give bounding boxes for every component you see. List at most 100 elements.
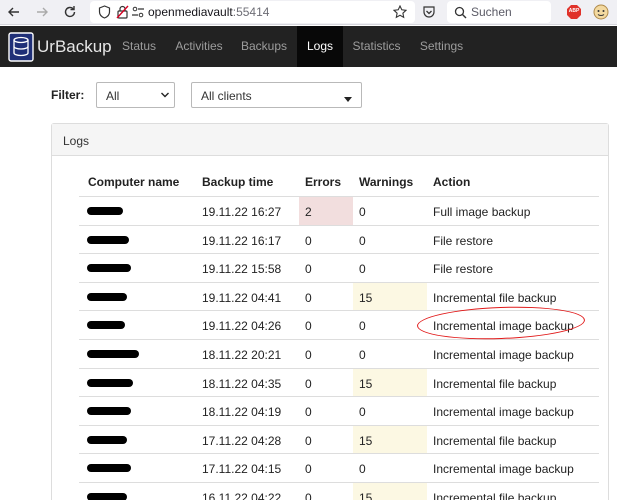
errors-cell: 2 [305,205,312,219]
redacted-computer-name [87,407,131,416]
errors-cell: 0 [305,376,312,391]
redacted-computer-name [87,493,127,500]
redacted-computer-name [87,435,127,444]
search-bar[interactable]: Suchen [447,1,551,23]
warnings-cell: 15 [359,433,373,448]
redacted-computer-name [87,321,125,330]
action-cell: Incremental file backup [433,290,557,305]
backup-time-cell: 17.11.22 04:15 [202,462,282,477]
redacted-computer-name [87,350,139,358]
brand-name: UrBackup [37,37,112,56]
action-cell: Full image backup [433,205,531,219]
errors-cell: 0 [305,233,312,248]
action-cell: Incremental image backup [433,348,574,362]
app-navbar: UrBackup Status Activities Backups Logs … [0,26,617,67]
redacted-computer-name [87,235,129,244]
action-cell: Incremental file backup [433,376,557,391]
nav-status[interactable]: Status [112,26,166,67]
log-level-select[interactable]: All [96,82,175,108]
errors-cell: 0 [305,319,312,334]
action-cell: Incremental file backup [433,491,557,500]
backup-time-cell: 18.11.22 20:21 [202,348,282,362]
redacted-computer-name [87,292,127,301]
forward-arrow-icon[interactable] [34,4,50,20]
errors-cell: 0 [305,405,312,420]
row-divider [79,339,599,340]
extension-icon[interactable] [593,4,609,20]
bookmark-star-icon[interactable] [392,4,408,20]
shield-icon[interactable] [96,4,112,20]
warnings-cell: 15 [359,290,373,305]
column-header-errors[interactable]: Errors [305,175,341,189]
adblock-label: ABP [568,8,580,14]
back-arrow-icon[interactable] [6,4,22,20]
chevron-down-icon [160,89,170,104]
backup-time-cell: 17.11.22 04:28 [202,433,282,448]
redacted-computer-name [87,207,123,215]
brand-link[interactable]: UrBackup [8,32,116,62]
backup-time-cell: 18.11.22 04:19 [202,405,282,420]
url-host: openmediavault [148,5,233,19]
insecure-lock-icon[interactable] [114,4,130,20]
errors-cell: 0 [305,262,312,277]
adblock-icon[interactable]: ABP [566,4,582,20]
client-value: All clients [201,89,252,103]
url-port: :55414 [232,5,270,19]
caret-down-icon [344,92,352,106]
permissions-icon[interactable] [130,4,146,20]
redacted-computer-name [87,264,131,273]
nav-activities[interactable]: Activities [166,26,232,67]
search-icon [452,4,468,20]
backup-time-cell: 18.11.22 04:35 [202,376,282,391]
warnings-cell: 0 [359,405,366,420]
errors-cell: 0 [305,462,312,477]
search-placeholder: Suchen [471,5,512,19]
backup-time-cell: 19.11.22 16:27 [202,205,282,219]
redacted-computer-name [87,464,131,473]
backup-time-cell: 19.11.22 16:17 [202,233,282,248]
row-divider [79,281,599,283]
url-text[interactable]: openmediavault:55414 [148,5,269,19]
action-cell: Incremental image backup [433,462,574,477]
filter-label: Filter: [51,88,85,102]
reload-icon[interactable] [62,4,78,20]
action-cell: Incremental file backup [433,433,557,448]
nav-statistics[interactable]: Statistics [343,26,410,67]
row-divider [79,453,599,455]
column-header-warnings[interactable]: Warnings [359,175,413,189]
urbackup-logo-icon [8,32,34,62]
errors-cell: 0 [305,348,312,362]
browser-toolbar: openmediavault:55414 Suchen ABP [0,0,617,25]
column-header-time[interactable]: Backup time [202,175,273,189]
backup-time-cell: 19.11.22 15:58 [202,262,282,277]
redacted-computer-name [87,378,133,387]
column-header-action[interactable]: Action [433,175,470,189]
warnings-cell: 0 [359,262,366,277]
warnings-cell: 0 [359,205,366,219]
errors-cell: 0 [305,491,312,500]
pocket-icon[interactable] [421,4,437,20]
column-header-computer[interactable]: Computer name [88,175,179,189]
backup-time-cell: 19.11.22 04:41 [202,290,282,305]
action-cell: File restore [433,262,494,277]
warnings-cell: 15 [359,491,373,500]
warnings-cell: 0 [359,233,366,248]
nav-settings[interactable]: Settings [410,26,473,67]
row-divider [79,424,599,426]
nav-backups[interactable]: Backups [232,26,296,67]
url-bar[interactable]: openmediavault:55414 [90,1,415,23]
panel-title: Logs [63,134,90,148]
row-divider [79,367,599,369]
nav-logs[interactable]: Logs [297,26,343,67]
errors-cell: 0 [305,433,312,448]
action-cell: File restore [433,233,494,248]
panel-heading: Logs [52,124,608,156]
errors-cell: 0 [305,290,312,305]
warnings-cell: 0 [359,319,366,334]
row-divider [79,396,599,398]
row-divider [79,482,599,483]
client-select[interactable]: All clients [191,82,362,108]
action-cell: Incremental image backup [433,405,574,420]
log-level-value: All [106,89,120,103]
warnings-cell: 0 [359,348,366,362]
